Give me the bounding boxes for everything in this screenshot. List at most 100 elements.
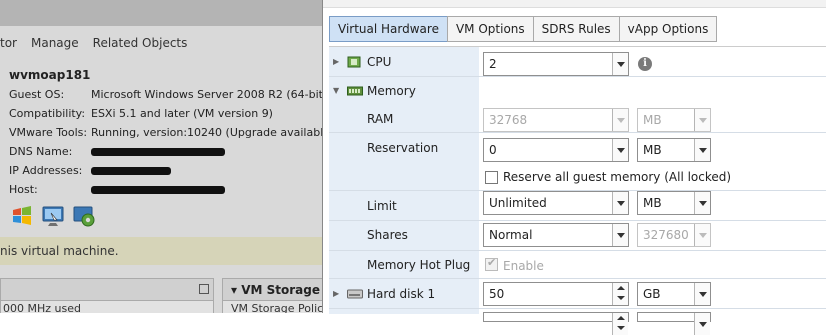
tab-virtual-hardware[interactable]: Virtual Hardware [329, 16, 448, 42]
property-value-redacted [91, 164, 322, 183]
chevron-down-icon[interactable] [612, 139, 628, 161]
ram-size-select: 32768 [483, 108, 629, 132]
property-key: VMware Tools: [9, 126, 88, 139]
property-value-redacted [91, 145, 322, 164]
info-icon[interactable]: i [638, 57, 652, 71]
property-key: IP Addresses: [9, 164, 83, 177]
limit-input[interactable]: Unlimited [483, 191, 629, 215]
panel-text: 000 MHz used [3, 302, 81, 313]
shares-row: Shares Normal 327680 [329, 221, 826, 251]
property-value: ESXi 5.1 and later (VM version 9) [91, 107, 273, 120]
background-tabs: tor Manage Related Objects [0, 36, 187, 56]
expand-arrow-icon[interactable]: ▶ [333, 57, 343, 67]
reserve-all-checkbox[interactable] [485, 171, 498, 184]
settings-gear-icon[interactable] [72, 204, 96, 228]
dialog-tab-bar: Virtual Hardware VM Options SDRS Rules v… [329, 16, 718, 42]
cpu-row: ▶ CPU 2 i [329, 47, 826, 77]
tab-monitor[interactable]: tor [0, 36, 17, 56]
collapse-arrow-icon[interactable]: ▼ [333, 86, 343, 96]
notification-banner: nis virtual machine. [0, 237, 322, 265]
memory-hot-plug-label: Memory Hot Plug [367, 258, 471, 272]
cpu-usage-panel: 000 MHz used [0, 278, 214, 313]
limit-unit-value: MB [643, 196, 662, 210]
stepper-arrows-icon[interactable] [612, 313, 628, 335]
edit-settings-dialog: Virtual Hardware VM Options SDRS Rules v… [322, 0, 826, 335]
vm-name: wvmoap181 [9, 68, 91, 82]
chevron-down-icon[interactable] [694, 139, 710, 161]
cpu-count-value: 2 [489, 57, 497, 71]
chevron-down-icon[interactable] [694, 283, 710, 305]
next-device-row [329, 309, 826, 335]
reservation-unit-value: MB [643, 143, 662, 157]
tab-sdrs-rules[interactable]: SDRS Rules [532, 16, 620, 42]
memory-label: Memory [367, 84, 416, 98]
reserve-all-label: Reserve all guest memory (All locked) [503, 170, 732, 184]
reservation-unit-select[interactable]: MB [637, 138, 711, 162]
hard-disk-unit-select[interactable]: GB [637, 282, 711, 306]
collapse-arrow-icon[interactable]: ▾ [231, 283, 241, 297]
guest-icons [10, 204, 96, 228]
ram-unit-select: MB [637, 108, 711, 132]
console-icon[interactable] [41, 204, 65, 228]
property-value: Running, version:10240 (Upgrade availabl… [91, 126, 322, 139]
shares-count-input: 327680 [637, 223, 711, 247]
property-row: Compatibility: ESXi 5.1 and later (VM ve… [9, 107, 322, 126]
chevron-down-icon [694, 224, 710, 246]
expand-arrow-icon[interactable]: ▶ [333, 289, 343, 299]
cpu-chip-icon [347, 56, 361, 68]
vm-storage-panel: ▾ VM Storage I VM Storage Polic [222, 278, 322, 313]
property-key: DNS Name: [9, 145, 73, 158]
chevron-down-icon[interactable] [612, 53, 628, 75]
maximize-icon[interactable] [199, 284, 209, 294]
panel-title: ▾ VM Storage I [223, 279, 322, 301]
hard-disk-icon [347, 289, 363, 299]
tab-vapp-options[interactable]: vApp Options [618, 16, 718, 42]
reservation-value: 0 [489, 143, 497, 157]
reservation-label: Reservation [367, 141, 439, 155]
background-window: tor Manage Related Objects wvmoap181 Gue… [0, 0, 322, 313]
panel-header [1, 279, 213, 301]
memory-module-icon [347, 86, 363, 96]
hard-disk-label: Hard disk 1 [367, 287, 436, 301]
property-key: Host: [9, 183, 38, 196]
chevron-down-icon[interactable] [694, 192, 710, 214]
hot-plug-enable-label: Enable [503, 259, 544, 273]
tab-manage[interactable]: Manage [31, 36, 79, 56]
tab-vm-options[interactable]: VM Options [446, 16, 534, 42]
chevron-down-icon[interactable] [612, 224, 628, 246]
property-value-redacted [91, 183, 322, 202]
next-device-field[interactable] [483, 312, 629, 335]
property-row: DNS Name: [9, 145, 322, 164]
chevron-down-icon[interactable] [612, 192, 628, 214]
chevron-down-icon[interactable] [694, 313, 710, 335]
limit-unit-select[interactable]: MB [637, 191, 711, 215]
property-key: Compatibility: [9, 107, 86, 120]
hard-disk-unit-value: GB [643, 287, 661, 301]
ram-unit-value: MB [643, 113, 662, 127]
next-device-unit[interactable] [637, 312, 711, 335]
panel-text: VM Storage Polic [231, 302, 322, 313]
shares-count-value: 327680 [643, 228, 689, 242]
hardware-list: ▶ CPU 2 i ▼ Memory RAM 32768 MB Reservat… [329, 46, 826, 335]
shares-label: Shares [367, 228, 408, 242]
hard-disk-size-value: 50 [489, 287, 505, 301]
memory-row: ▼ Memory [329, 77, 826, 105]
property-row: IP Addresses: [9, 164, 322, 183]
shares-select[interactable]: Normal [483, 223, 629, 247]
vm-summary-properties: Guest OS: Microsoft Windows Server 2008 … [9, 88, 322, 202]
cpu-label: CPU [367, 55, 392, 69]
stepper-arrows-icon[interactable] [612, 283, 628, 305]
property-row: VMware Tools: Running, version:10240 (Up… [9, 126, 322, 145]
property-row: Host: [9, 183, 322, 202]
tab-related-objects[interactable]: Related Objects [93, 36, 188, 56]
ram-row: RAM 32768 MB [329, 105, 826, 133]
chevron-down-icon [694, 109, 710, 131]
reservation-row: Reservation 0 MB Reserve all guest memor… [329, 133, 826, 191]
cpu-count-select[interactable]: 2 [483, 52, 629, 76]
reservation-input[interactable]: 0 [483, 138, 629, 162]
background-header [0, 0, 322, 26]
hard-disk-size-stepper[interactable]: 50 [483, 282, 629, 306]
hot-plug-enable-checkbox [485, 256, 498, 271]
property-row: Guest OS: Microsoft Windows Server 2008 … [9, 88, 322, 107]
limit-value: Unlimited [489, 196, 547, 210]
